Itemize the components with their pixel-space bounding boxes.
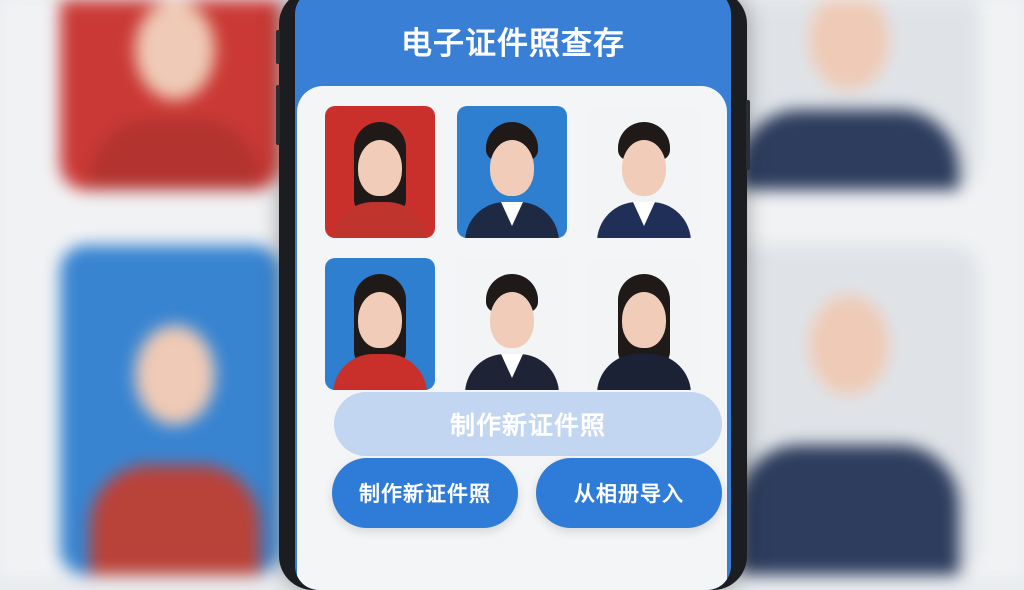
portrait-face — [622, 292, 666, 348]
id-photo-thumbnail[interactable] — [589, 258, 699, 390]
blurred-background-left — [0, 0, 285, 576]
portrait-face — [490, 292, 534, 348]
portrait-face — [358, 292, 402, 348]
id-photo-thumbnail[interactable] — [589, 106, 699, 238]
app-screen: 电子证件照查存 制作新证件照 制作新证件照 从相册导入 — [295, 0, 731, 590]
id-photo-thumbnail[interactable] — [325, 258, 435, 390]
phone-power-button — [746, 100, 750, 170]
phone-side-button — [276, 30, 280, 64]
portrait-face — [622, 140, 666, 196]
blurred-background-right — [739, 0, 1024, 576]
portrait-face — [490, 140, 534, 196]
portrait-outfit — [333, 354, 427, 390]
id-photo-thumbnail[interactable] — [325, 106, 435, 238]
portrait-face — [358, 140, 402, 196]
portrait-outfit — [333, 202, 427, 238]
phone-frame: 电子证件照查存 制作新证件照 制作新证件照 从相册导入 — [276, 0, 750, 590]
make-new-photo-button[interactable]: 制作新证件照 — [332, 458, 518, 528]
app-title: 电子证件照查存 — [401, 26, 625, 62]
id-photo-thumbnail[interactable] — [457, 258, 567, 390]
import-from-album-button[interactable]: 从相册导入 — [536, 458, 722, 528]
overlay-create-banner: 制作新证件照 — [334, 392, 722, 456]
id-photo-thumbnail[interactable] — [457, 106, 567, 238]
phone-volume-button — [276, 85, 280, 145]
portrait-outfit — [597, 354, 691, 390]
